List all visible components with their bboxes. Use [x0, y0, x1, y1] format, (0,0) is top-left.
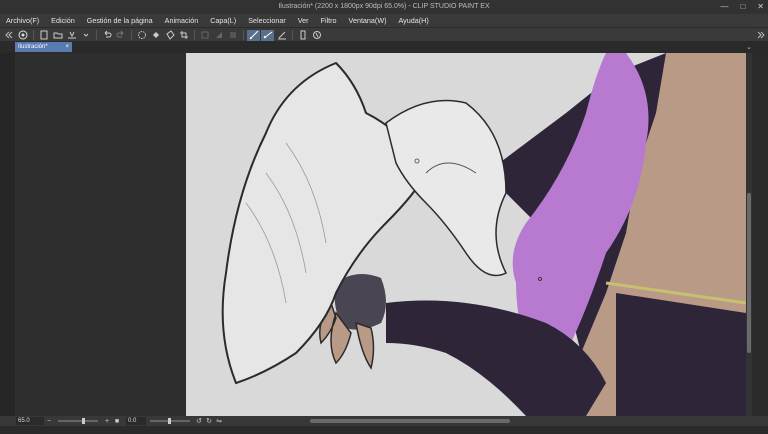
- flip-icon[interactable]: ⇋: [215, 417, 223, 425]
- close-tab-icon[interactable]: ×: [65, 42, 69, 52]
- menu-capa[interactable]: Capa(L): [204, 16, 242, 25]
- menu-bar: Archivo(F) Edición Gestión de la página …: [0, 14, 768, 27]
- vertical-scrollbar[interactable]: [746, 53, 752, 416]
- menu-ayuda[interactable]: Ayuda(H): [393, 16, 435, 25]
- rotate-left-icon[interactable]: ↺: [195, 417, 203, 425]
- transform-icon[interactable]: [198, 30, 211, 41]
- zoom-input[interactable]: 65.0: [16, 417, 44, 425]
- open-file-icon[interactable]: [51, 30, 64, 41]
- clip-studio-icon[interactable]: [16, 30, 29, 41]
- zoom-in-icon[interactable]: +: [103, 417, 111, 425]
- divider: [131, 30, 132, 40]
- window-title: Ilustración* (2200 x 1800px 90dpi 65.0%)…: [278, 3, 490, 10]
- document-tab[interactable]: Ilustración* ×: [15, 42, 72, 52]
- dropdown-icon[interactable]: [79, 30, 92, 41]
- menu-gestion-pagina[interactable]: Gestión de la página: [81, 16, 159, 25]
- deselect-icon[interactable]: [135, 30, 148, 41]
- crop-icon[interactable]: [177, 30, 190, 41]
- menu-ver[interactable]: Ver: [292, 16, 315, 25]
- minimize-icon[interactable]: —: [720, 0, 728, 14]
- layer-fill-icon[interactable]: [226, 30, 239, 41]
- rotation-slider[interactable]: [150, 418, 190, 424]
- menu-ventana[interactable]: Ventana(W): [343, 16, 393, 25]
- slider-handle[interactable]: [168, 418, 171, 424]
- close-icon[interactable]: ✕: [757, 0, 764, 14]
- menu-edicion[interactable]: Edición: [45, 16, 81, 25]
- drawing-canvas[interactable]: [186, 53, 746, 416]
- slider-handle[interactable]: [82, 418, 85, 424]
- rotation-input[interactable]: 0.0: [126, 417, 146, 425]
- document-tab-strip: Ilustración* × ⌄: [0, 41, 768, 53]
- window-controls: — □ ✕: [720, 0, 764, 14]
- redo-icon[interactable]: [114, 30, 127, 41]
- left-panel-strip: [0, 53, 15, 416]
- zoom-out-icon[interactable]: −: [45, 417, 53, 425]
- brush-size-icon[interactable]: [275, 30, 288, 41]
- zoom-slider[interactable]: [58, 418, 98, 424]
- maximize-icon[interactable]: □: [740, 0, 745, 14]
- menu-animacion[interactable]: Animación: [159, 16, 205, 25]
- double-chevron-right-icon[interactable]: [754, 30, 767, 41]
- title-bar: Ilustración* (2200 x 1800px 90dpi 65.0%)…: [0, 0, 768, 14]
- bottom-bar: [0, 426, 768, 434]
- vertical-scroll-thumb[interactable]: [747, 193, 751, 353]
- divider: [243, 30, 244, 40]
- fill-icon[interactable]: [149, 30, 162, 41]
- menu-seleccionar[interactable]: Seleccionar: [242, 16, 292, 25]
- bucket-icon[interactable]: [163, 30, 176, 41]
- fit-icon[interactable]: ■: [113, 417, 121, 425]
- companion-icon[interactable]: [310, 30, 323, 41]
- undo-icon[interactable]: [100, 30, 113, 41]
- status-bar: 65.0 − + ■ 0.0 ↺ ↻ ⇋: [0, 416, 768, 426]
- double-chevron-left-icon[interactable]: [2, 30, 15, 41]
- gradient-icon[interactable]: [212, 30, 225, 41]
- divider: [96, 30, 97, 40]
- save-icon[interactable]: [65, 30, 78, 41]
- rotate-right-icon[interactable]: ↻: [205, 417, 213, 425]
- new-file-icon[interactable]: [37, 30, 50, 41]
- horizontal-scroll-thumb[interactable]: [310, 419, 510, 423]
- menu-filtro[interactable]: Filtro: [315, 16, 343, 25]
- divider: [194, 30, 195, 40]
- pen-stabilizer-icon[interactable]: [247, 29, 260, 41]
- snap-ruler-icon[interactable]: [261, 29, 274, 41]
- command-bar: [0, 27, 768, 42]
- divider: [292, 30, 293, 40]
- document-tab-label: Ilustración*: [18, 44, 48, 50]
- menu-archivo[interactable]: Archivo(F): [0, 16, 45, 25]
- smartphone-icon[interactable]: [296, 30, 309, 41]
- divider: [33, 30, 34, 40]
- artwork: [186, 53, 746, 416]
- chevron-down-icon[interactable]: ⌄: [746, 43, 752, 51]
